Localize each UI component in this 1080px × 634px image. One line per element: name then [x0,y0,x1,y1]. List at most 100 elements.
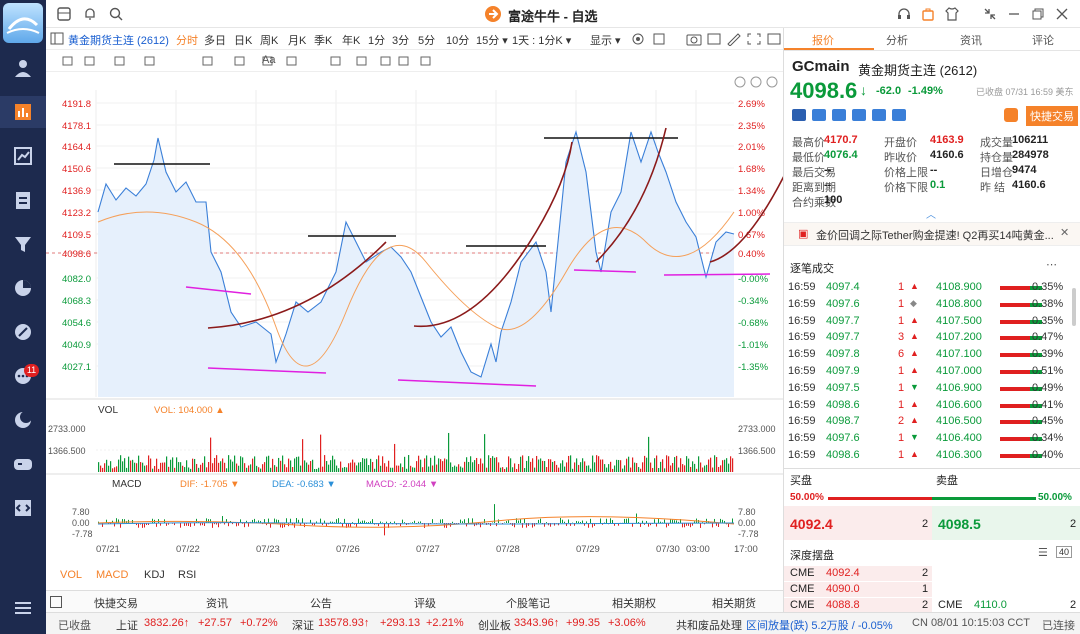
volume-bar [476,457,478,472]
sidebar-pie-button[interactable] [0,272,46,304]
more-icon[interactable]: ⋯ [1046,258,1057,271]
info-tab-3[interactable]: 评级 [414,595,436,611]
template-icon[interactable] [706,32,722,46]
status-closed: 已收盘 [58,620,91,632]
period-0[interactable]: 分时 [176,32,198,48]
period-11[interactable]: 15分 ▾ [476,32,508,48]
link-button[interactable] [418,54,434,68]
instrument-title[interactable]: 黄金期货主连 (2612) [68,32,169,48]
sidebar-report-button[interactable] [0,184,46,216]
sidebar-user-button[interactable] [0,52,46,84]
period-4[interactable]: 月K [288,32,306,48]
period-8[interactable]: 3分 [392,32,409,48]
volume-bar [316,468,318,472]
sidebar-moon-button[interactable] [0,404,46,436]
checkbox-icon[interactable] [652,32,668,46]
fib-tool-button[interactable] [200,54,216,68]
alert-icon[interactable] [1004,108,1018,122]
eye-button[interactable] [378,54,394,68]
flag-icon[interactable] [792,109,806,121]
info-tab-4[interactable]: 个股笔记 [506,595,550,611]
arrow-tool-button[interactable] [232,54,248,68]
info-tab-2[interactable]: 公告 [310,595,332,611]
camera-icon[interactable] [686,32,702,46]
sidebar-game-button[interactable] [0,448,46,480]
volume-bar [414,467,416,472]
move-button[interactable] [60,54,76,68]
shape-tool-button[interactable] [112,54,128,68]
window-icon[interactable] [766,32,782,46]
info-tab-6[interactable]: 相关期货 [712,595,756,611]
depth-settings-icon[interactable]: ☰ [1038,546,1048,559]
line-tool-button[interactable] [82,54,98,68]
search-icon[interactable] [108,6,124,22]
quick-trade-button[interactable]: 快捷交易 [1026,106,1078,126]
depth-count[interactable]: 40 [1056,546,1073,558]
period-7[interactable]: 1分 [368,32,385,48]
lock-button[interactable] [354,54,370,68]
volume-bar [232,461,234,472]
quote-tab-0[interactable]: 报价 [812,32,834,48]
quote-tab-3[interactable]: 评论 [1032,32,1054,48]
news-text[interactable]: 金价回调之际Tether购金提速! Q2再买14吨黄金... [816,227,1054,243]
period-2[interactable]: 日K [234,32,252,48]
collapse-chevron-icon[interactable]: ︿ [926,206,936,221]
sidebar-discount-button[interactable] [0,316,46,348]
grid-icon[interactable] [56,6,72,22]
period-13[interactable]: 显示 ▾ [590,32,621,48]
settings-icon[interactable] [630,32,646,46]
panel-toggle-icon[interactable] [50,596,62,608]
minimize-icon[interactable] [1006,6,1022,22]
shirt-icon[interactable] [944,6,960,22]
close-icon[interactable] [1054,6,1070,22]
chart-area[interactable]: 4191.8 4178.1 4164.4 4150.6 4136.9 4123.2 4109… [46,72,783,612]
info-tab-0[interactable]: 快捷交易 [94,595,138,611]
macd-bar [706,518,707,523]
app-logo[interactable] [3,3,43,43]
news-close-icon[interactable]: ✕ [1060,226,1069,239]
sidebar-menu-button[interactable] [0,592,46,624]
chart-icon[interactable] [852,109,866,121]
magnet-button[interactable] [328,54,344,68]
pattern-tool-button[interactable] [142,54,158,68]
volume-bar [254,456,256,472]
info-tab-5[interactable]: 相关期权 [612,595,656,611]
restore-icon[interactable] [1030,6,1046,22]
sidebar-code-button[interactable] [0,492,46,524]
collapse-icon[interactable] [982,6,998,22]
bag-icon[interactable] [920,6,936,22]
sidebar-trend-button[interactable] [0,140,46,172]
period-3[interactable]: 周K [260,32,278,48]
status-news[interactable]: 共和废品处理 [676,617,742,633]
price-chart[interactable]: 4191.8 4178.1 4164.4 4150.6 4136.9 4123.2 4109… [46,72,783,590]
trash-button[interactable] [396,54,412,68]
quote-tab-1[interactable]: 分析 [886,32,908,48]
macd-bar [364,520,365,523]
note-tool-button[interactable] [284,54,300,68]
lightning-icon[interactable] [812,109,826,121]
period-10[interactable]: 10分 [446,32,469,48]
pct-tick: -1.35% [738,362,769,373]
headset-icon[interactable] [896,6,912,22]
sidebar-chat-button[interactable] [0,360,46,392]
period-1[interactable]: 多日 [204,32,226,48]
sidebar-filter-button[interactable] [0,228,46,260]
bell-icon[interactable] [82,6,98,22]
tag-icon[interactable] [832,109,846,121]
quote-tab-2[interactable]: 资讯 [960,32,982,48]
report-icon [16,192,30,209]
period-9[interactable]: 5分 [418,32,435,48]
heart-icon[interactable] [892,109,906,121]
pen-icon[interactable] [726,32,742,46]
volume-bar [206,467,208,472]
period-12[interactable]: 1天 : 1分K ▾ [512,32,571,48]
sidebar-chart-bar-button[interactable] [0,96,46,128]
period-6[interactable]: 年K [342,32,360,48]
info-tab-1[interactable]: 资讯 [206,595,228,611]
volume-bar [552,461,554,472]
expand-icon[interactable] [746,32,762,46]
period-5[interactable]: 季K [314,32,332,48]
panel-toggle-icon[interactable] [50,32,66,46]
doc-icon[interactable] [872,109,886,121]
scrollbar[interactable] [1072,288,1076,326]
